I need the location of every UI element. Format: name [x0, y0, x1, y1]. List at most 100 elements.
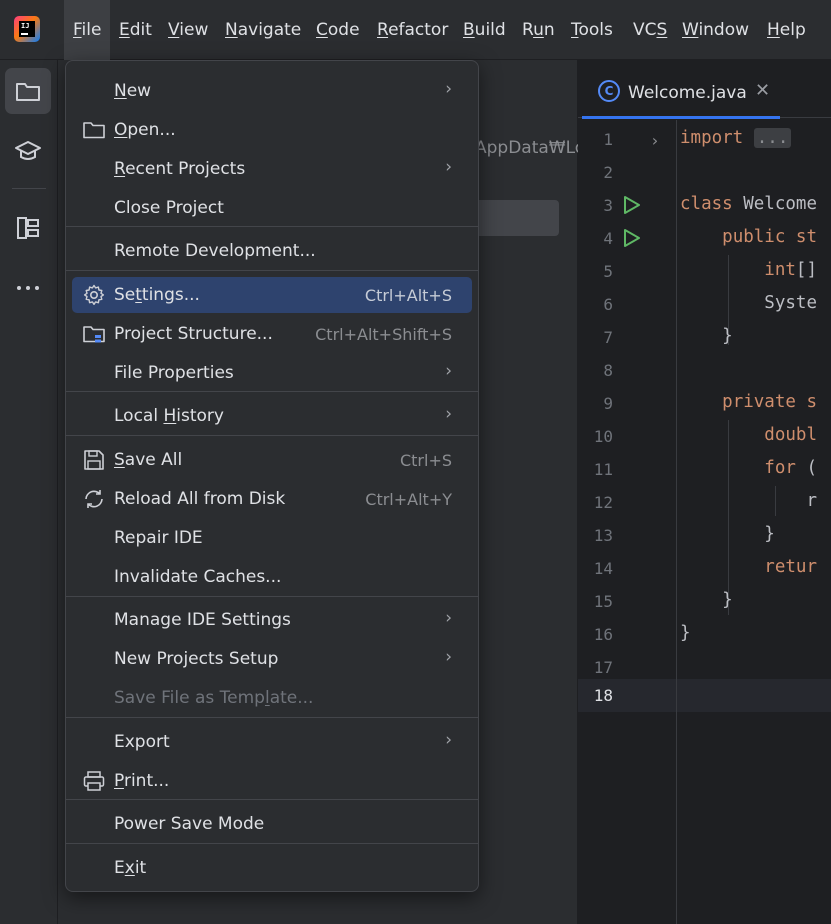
line-number: 11 — [593, 460, 613, 479]
code-line: for ( — [764, 458, 817, 478]
file-menu-file-properties[interactable]: File Properties › — [72, 355, 472, 391]
file-menu-new[interactable]: New › — [72, 73, 472, 109]
line-number: 4 — [603, 229, 613, 248]
gear-icon — [83, 284, 105, 305]
active-tab-indicator — [582, 116, 780, 119]
submenu-arrow-icon: › — [445, 361, 452, 381]
code-line: doubl — [764, 425, 817, 445]
menu-code[interactable]: Code — [316, 20, 360, 40]
folded-imports: ... — [753, 128, 792, 148]
structure-icon — [17, 217, 39, 239]
menu-separator — [66, 596, 478, 597]
line-number: 1 — [603, 130, 613, 149]
class-icon: C — [598, 80, 620, 102]
tool-window-strip — [0, 60, 58, 924]
line-number: 13 — [593, 526, 613, 545]
menu-help[interactable]: Help — [767, 20, 806, 40]
file-menu-save-all[interactable]: Save All Ctrl+S — [72, 442, 472, 478]
submenu-arrow-icon: › — [445, 608, 452, 628]
fold-chevron-icon[interactable]: › — [650, 131, 660, 150]
code-line: r — [806, 491, 817, 511]
learn-tool-button[interactable] — [5, 128, 51, 174]
shortcut-label: Ctrl+Alt+Y — [365, 490, 452, 509]
file-menu-invalidate-caches[interactable]: Invalidate Caches... — [72, 559, 472, 595]
strip-separator — [12, 188, 46, 189]
line-number: 17 — [593, 658, 613, 677]
editor-tab-label[interactable]: Welcome.java — [628, 83, 747, 103]
menu-vcs[interactable]: VCS — [633, 20, 667, 40]
menu-separator — [66, 717, 478, 718]
run-main-icon[interactable] — [623, 228, 641, 248]
project-tool-button[interactable] — [5, 68, 51, 114]
more-horizontal-icon — [17, 286, 39, 290]
line-number: 12 — [593, 493, 613, 512]
file-menu-recent-projects[interactable]: Recent Projects › — [72, 151, 472, 187]
line-number: 2 — [603, 163, 613, 182]
editor-tabbar: C Welcome.java ✕ — [578, 60, 831, 119]
file-menu-remote-development[interactable]: Remote Development... — [72, 233, 472, 269]
code-line: } — [722, 590, 733, 610]
file-menu-open[interactable]: Open... — [72, 112, 472, 148]
code-line: } — [680, 623, 691, 643]
submenu-arrow-icon: › — [445, 730, 452, 750]
menu-navigate[interactable]: Navigate — [225, 20, 301, 40]
file-menu-close-project[interactable]: Close Project — [72, 190, 472, 226]
menu-separator — [66, 226, 478, 227]
close-icon[interactable]: ✕ — [755, 80, 770, 101]
shortcut-label: Ctrl+S — [399, 451, 452, 470]
menu-run[interactable]: Run — [522, 20, 555, 40]
file-menu-repair-ide[interactable]: Repair IDE — [72, 520, 472, 556]
main-menubar: IJ File Edit View Navigate Code Refactor… — [0, 0, 831, 60]
menu-edit[interactable]: Edit — [119, 20, 152, 40]
line-number: 15 — [593, 592, 613, 611]
printer-icon — [83, 771, 105, 791]
file-menu-local-history[interactable]: Local History › — [72, 398, 472, 434]
shortcut-label: Ctrl+Alt+Shift+S — [315, 325, 452, 344]
menu-tools[interactable]: Tools — [571, 20, 613, 40]
structure-tool-button[interactable] — [5, 205, 51, 251]
reload-icon — [85, 490, 103, 508]
project-tree-selection[interactable] — [475, 200, 559, 236]
run-class-icon[interactable] — [623, 195, 641, 215]
submenu-arrow-icon: › — [445, 647, 452, 667]
code-line: class Welcome — [680, 194, 817, 214]
file-menu-print[interactable]: Print... — [72, 763, 472, 799]
code-line: retur — [764, 557, 817, 577]
file-menu-power-save-mode[interactable]: Power Save Mode — [72, 806, 472, 842]
line-number: 5 — [603, 262, 613, 281]
line-number: 6 — [603, 295, 613, 314]
code-line: } — [722, 326, 733, 346]
current-line-highlight — [578, 679, 831, 712]
file-menu-dropdown: New › Open... Recent Projects › Close Pr… — [65, 60, 479, 892]
file-menu-project-structure[interactable]: Project Structure... Ctrl+Alt+Shift+S — [72, 316, 472, 352]
file-menu-exit[interactable]: Exit — [72, 850, 472, 886]
menu-separator — [66, 391, 478, 392]
file-menu-export[interactable]: Export › — [72, 724, 472, 760]
code-line: private s — [722, 392, 817, 412]
save-icon — [84, 450, 104, 470]
file-menu-new-projects-setup[interactable]: New Projects Setup › — [72, 641, 472, 677]
file-menu-save-file-as-template: Save File as Template... — [114, 688, 314, 708]
menu-window[interactable]: Window — [682, 20, 749, 40]
menu-build[interactable]: Build — [463, 20, 506, 40]
menu-separator — [66, 435, 478, 436]
menu-separator — [66, 799, 478, 800]
menu-view[interactable]: View — [168, 20, 208, 40]
code-editor[interactable]: C Welcome.java ✕ 1 2 3 4 5 6 7 8 9 10 11… — [578, 60, 831, 924]
file-menu-settings[interactable]: Settings... Ctrl+Alt+S — [72, 277, 472, 313]
menu-file[interactable]: File — [73, 20, 101, 40]
file-menu-reload-all[interactable]: Reload All from Disk Ctrl+Alt+Y — [72, 481, 472, 517]
menu-refactor[interactable]: Refactor — [377, 20, 448, 40]
code-line: Syste — [764, 293, 817, 313]
menu-separator — [66, 843, 478, 844]
code-line: int[] — [764, 260, 817, 280]
folder-icon — [16, 83, 40, 101]
project-path-fragment: AppData₩Lo — [475, 138, 586, 158]
project-structure-icon — [83, 326, 105, 343]
code-line: } — [764, 524, 775, 544]
current-line-number: 18 — [593, 686, 613, 705]
more-tools-button[interactable] — [5, 265, 51, 311]
shortcut-label: Ctrl+Alt+S — [364, 286, 452, 305]
intellij-logo-icon[interactable]: IJ — [14, 16, 40, 42]
file-menu-manage-ide-settings[interactable]: Manage IDE Settings › — [72, 602, 472, 638]
